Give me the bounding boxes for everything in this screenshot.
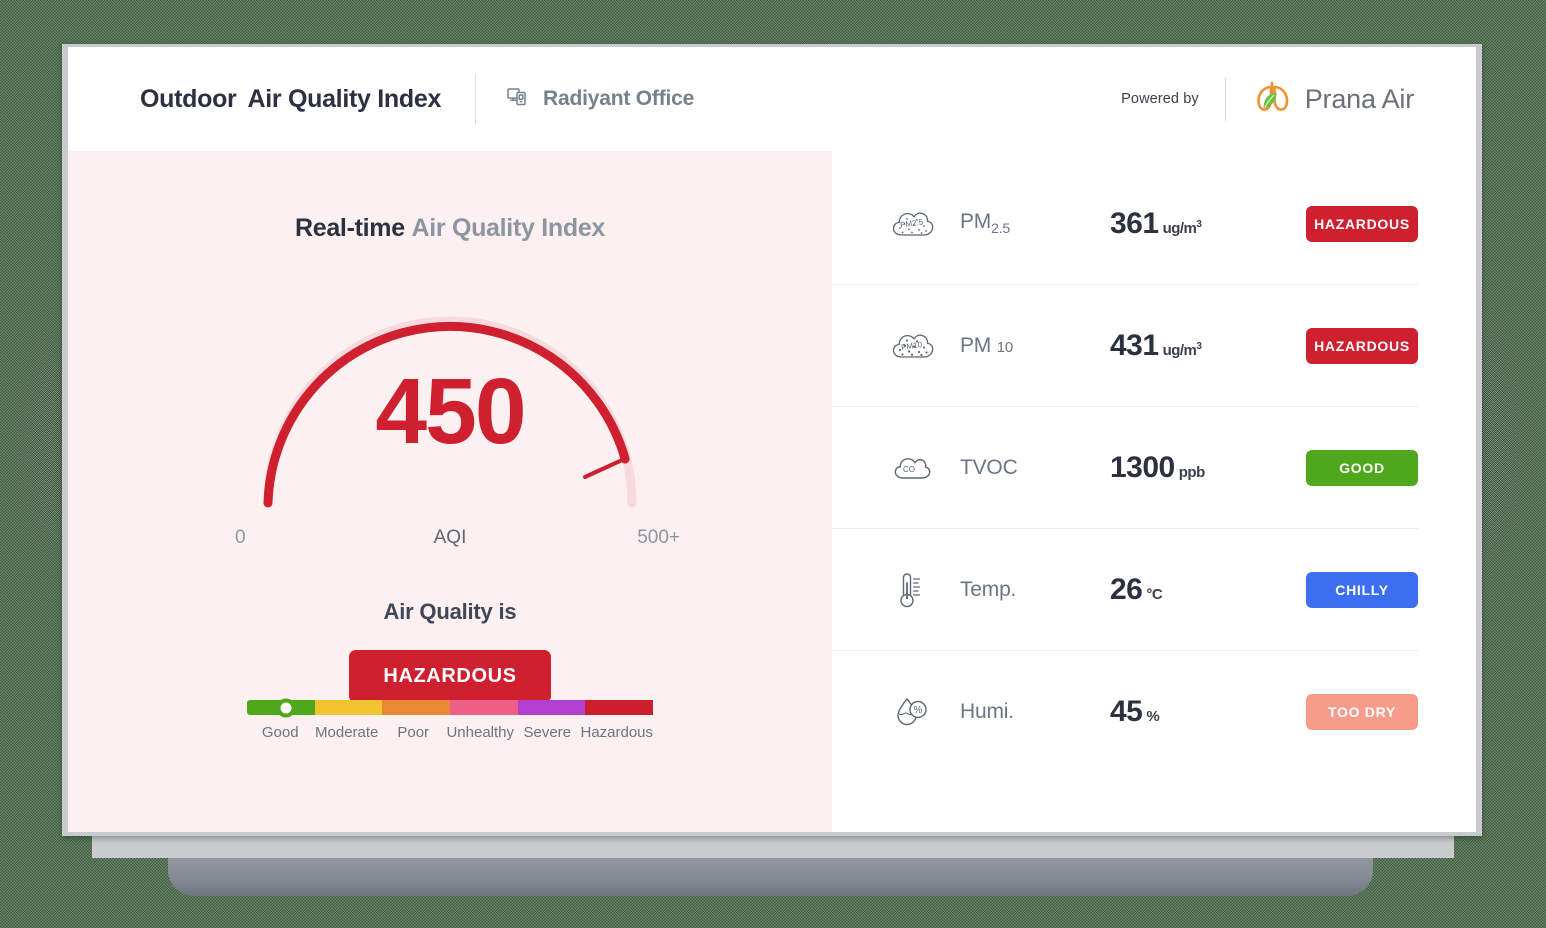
metric-value: 1300 ppb (1110, 450, 1205, 484)
metric-value: 431 ug/m3 (1110, 328, 1202, 362)
status-badge[interactable]: HAZARDOUS (1306, 205, 1418, 242)
aqi-scale-segment-severe (517, 700, 586, 715)
device-name-label: Radiyant Office (543, 87, 695, 110)
aqi-scale-marker[interactable] (276, 698, 296, 717)
page-title: Outdoor Air Quality Index (140, 85, 441, 114)
aqi-section-title-strong: Real-time (294, 214, 405, 242)
aqi-scale-labels: Good Moderate Poor Unhealthy Severe Hazardous (247, 724, 653, 744)
svg-text:%: % (914, 705, 923, 716)
humidity-droplet-percent-icon: % (890, 690, 960, 734)
aqi-gauge-max-label: 500+ (637, 527, 680, 548)
status-badge[interactable]: CHILLY (1306, 571, 1418, 608)
metric-row: PM10 PM 10 431 ug/m3 HAZARDOUS (832, 285, 1418, 407)
aqi-scale-label-poor: Poor (397, 724, 430, 741)
screen: Outdoor Air Quality Index Radiyant Offic… (68, 47, 1476, 832)
metric-label: PM 10 (960, 333, 1014, 357)
metric-value: 45% (1110, 695, 1160, 728)
aqi-scale-label-good: Good (261, 724, 299, 741)
aqi-scale-label-moderate: Moderate (315, 724, 379, 741)
metric-value: 361 ug/m3 (1110, 206, 1202, 240)
page-title-light: Air Quality Index (247, 84, 442, 113)
metric-badge-cell: GOOD (1306, 449, 1418, 486)
aqi-scale: Good Moderate Poor Unhealthy Severe Hazardous (68, 698, 832, 744)
brand-name-label: Prana Air (1304, 83, 1414, 114)
svg-text:CO: CO (903, 465, 915, 474)
monitor-frame: Outdoor Air Quality Index Radiyant Offic… (62, 44, 1482, 836)
metric-row: PM2.5 PM2.5 361 ug/m3 HAZARDOUS (832, 163, 1418, 285)
aqi-scale-segment-unhealthy (450, 700, 518, 715)
aqi-scale-segment-moderate (314, 700, 383, 715)
status-badge[interactable]: HAZARDOUS (1306, 327, 1418, 364)
metric-row: CO TVOC 1300 ppb GOOD (832, 407, 1418, 529)
aqi-scale-label-severe: Severe (523, 724, 571, 741)
metric-badge-cell: CHILLY (1306, 571, 1418, 608)
aqi-scale-segment-poor (382, 700, 451, 715)
metric-label: PM2.5 (960, 210, 1010, 237)
powered-by-label: Powered by (1121, 91, 1199, 107)
metric-label: Humi. (960, 700, 1014, 723)
aqi-scale-label-unhealthy: Unhealthy (446, 724, 514, 741)
brand-divider (1224, 77, 1226, 121)
device-selector[interactable]: Radiyant Office (506, 85, 694, 114)
metrics-panel: PM2.5 PM2.5 361 ug/m3 HAZARDOUS PM10 PM 10 4… (832, 151, 1476, 832)
status-badge[interactable]: TOO DRY (1306, 694, 1418, 730)
aqi-section-title-light: Air Quality Index (411, 214, 606, 242)
metric-badge-cell: TOO DRY (1306, 694, 1418, 730)
cloud-pm10-icon: PM10 (890, 326, 960, 366)
brand-logo[interactable]: Prana Air (1252, 78, 1414, 121)
metrics-list: PM2.5 PM2.5 361 ug/m3 HAZARDOUS PM10 PM 10 4… (832, 151, 1418, 773)
metric-row: % Humi. 45% TOO DRY (832, 651, 1418, 773)
metric-label: TVOC (960, 455, 1018, 479)
metric-badge-cell: HAZARDOUS (1306, 205, 1418, 242)
dashboard-content: Real-time Air Quality Index 450 0 AQI 50… (68, 151, 1476, 832)
status-badge[interactable]: GOOD (1306, 449, 1418, 486)
aqi-panel: Real-time Air Quality Index 450 0 AQI 50… (68, 151, 832, 832)
metric-badge-cell: HAZARDOUS (1306, 327, 1418, 364)
aqi-value: 450 (375, 359, 526, 463)
page-title-strong: Outdoor (140, 84, 237, 113)
prana-air-lungs-leaf-logo-icon (1252, 78, 1294, 121)
device-monitor-icon (506, 85, 530, 114)
aqi-gauge: 450 0 AQI 500+ (235, 291, 680, 548)
aqi-scale-bar[interactable] (247, 698, 654, 717)
aqi-gauge-min-label: 0 (235, 527, 246, 548)
metric-label: Temp. (960, 577, 1017, 601)
aqi-scale-label-hazardous: Hazardous (580, 724, 654, 741)
aqi-scale-segment-hazardous (585, 700, 654, 715)
cloud-pm25-icon: PM2.5 (890, 204, 960, 244)
aqi-gauge-unit-label: AQI (433, 527, 467, 548)
cloud-co-icon: CO (890, 448, 960, 488)
air-quality-status-badge[interactable]: HAZARDOUS (349, 650, 551, 703)
air-quality-status-label: Air Quality is (383, 599, 517, 624)
aqi-section-title: Real-time Air Quality Index (68, 151, 832, 243)
header-divider (475, 74, 477, 124)
metric-value: 26 °C (1110, 572, 1163, 606)
branding: Powered by Prana Air (1121, 77, 1414, 121)
metric-row: Temp. 26 °C CHILLY (832, 529, 1418, 651)
app-header: Outdoor Air Quality Index Radiyant Offic… (68, 47, 1476, 151)
thermometer-icon (890, 567, 960, 613)
